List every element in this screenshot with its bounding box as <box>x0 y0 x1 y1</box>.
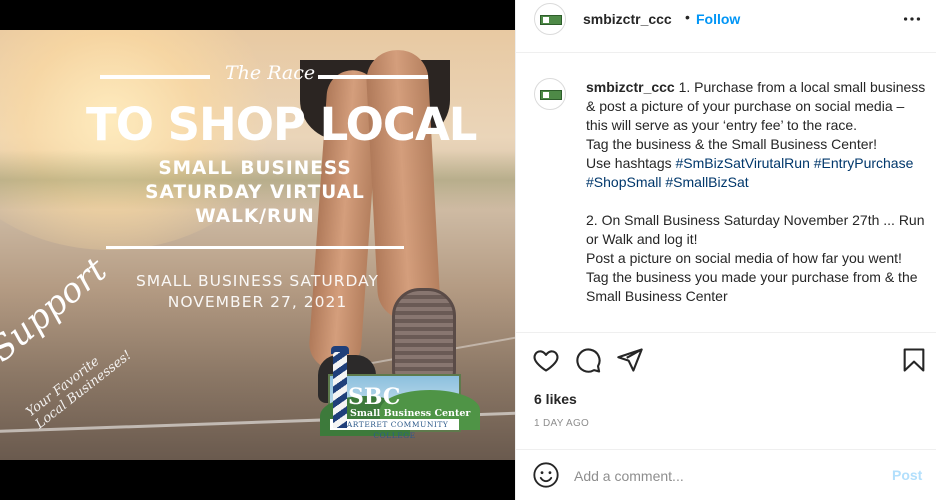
hashtag-link[interactable]: #ShopSmall <box>586 174 662 190</box>
caption-text: Use hashtags <box>586 155 676 171</box>
avatar[interactable] <box>534 78 566 110</box>
decorative-rule <box>100 75 210 79</box>
subheadline-line: WALK/RUN <box>195 206 315 227</box>
subheadline-line: SATURDAY VIRTUAL <box>145 182 365 203</box>
post-comment-button[interactable]: Post <box>892 467 922 483</box>
subheadline-line: SMALL BUSINESS <box>158 158 352 179</box>
post-timestamp[interactable]: 1 DAY AGO <box>534 418 589 429</box>
event-date: SMALL BUSINESS SATURDAY NOVEMBER 27, 202… <box>120 271 395 313</box>
decorative-rule <box>106 246 404 249</box>
divider <box>516 449 936 450</box>
sbc-logo: SBC Small Business Center CARTERET COMMU… <box>320 374 480 440</box>
decorative-rule <box>318 75 428 79</box>
avatar[interactable] <box>534 3 566 35</box>
hashtag-link[interactable]: #EntryPurchase <box>814 155 914 171</box>
caption-text: 2. On Small Business Saturday November 2… <box>586 212 925 247</box>
caption-fade <box>586 312 931 332</box>
hashtag-link[interactable]: #SmallBizSat <box>665 174 748 190</box>
comment-input[interactable] <box>574 465 874 487</box>
sbc-logo-name: Small Business Center <box>350 408 471 419</box>
caption-text: Post a picture on social media of how fa… <box>586 250 902 266</box>
caption-text: Tag the business & the Small Business Ce… <box>586 136 878 152</box>
header-username[interactable]: smbizctr_ccc <box>583 11 672 27</box>
caption-username[interactable]: smbizctr_ccc <box>586 79 675 95</box>
race-script-title: The Race <box>225 62 316 84</box>
sbc-logo-initials: SBC <box>348 384 401 410</box>
lighthouse-icon <box>333 352 347 428</box>
likes-count[interactable]: 6 likes <box>534 391 577 407</box>
header-separator: • <box>685 9 690 25</box>
more-horizontal-icon[interactable] <box>901 8 923 30</box>
avatar-logo <box>540 15 562 25</box>
comment-icon[interactable] <box>574 346 602 374</box>
heart-icon[interactable] <box>532 346 560 374</box>
emoji-icon[interactable] <box>532 461 560 489</box>
caption-paragraph: Use hashtags #SmBizSatVirutalRun #EntryP… <box>586 154 926 192</box>
divider <box>516 332 936 333</box>
divider <box>516 52 936 53</box>
post-image-panel: The Race TO SHOP LOCAL SMALL BUSINESS SA… <box>0 0 515 500</box>
post-caption: smbizctr_ccc 1. Purchase from a local sm… <box>586 78 926 326</box>
event-date-line: SMALL BUSINESS SATURDAY <box>135 272 380 290</box>
follow-button[interactable]: Follow <box>696 11 740 27</box>
avatar-logo <box>540 90 562 100</box>
post-headline: TO SHOP LOCAL <box>86 98 477 151</box>
caption-text: Tag the business you made your purchase … <box>586 269 918 304</box>
post-side-panel: smbizctr_ccc • Follow smbizctr_ccc 1. Pu… <box>515 0 936 500</box>
share-icon[interactable] <box>616 346 644 374</box>
post-subheadline: SMALL BUSINESS SATURDAY VIRTUAL WALK/RUN <box>130 157 380 229</box>
event-date-line: NOVEMBER 27, 2021 <box>167 293 348 311</box>
sbc-logo-college: CARTERET COMMUNITY COLLEGE <box>330 419 459 440</box>
hashtag-link[interactable]: #SmBizSatVirutalRun <box>676 155 810 171</box>
caption-paragraph: smbizctr_ccc 1. Purchase from a local sm… <box>586 78 926 135</box>
bookmark-icon[interactable] <box>900 346 928 374</box>
